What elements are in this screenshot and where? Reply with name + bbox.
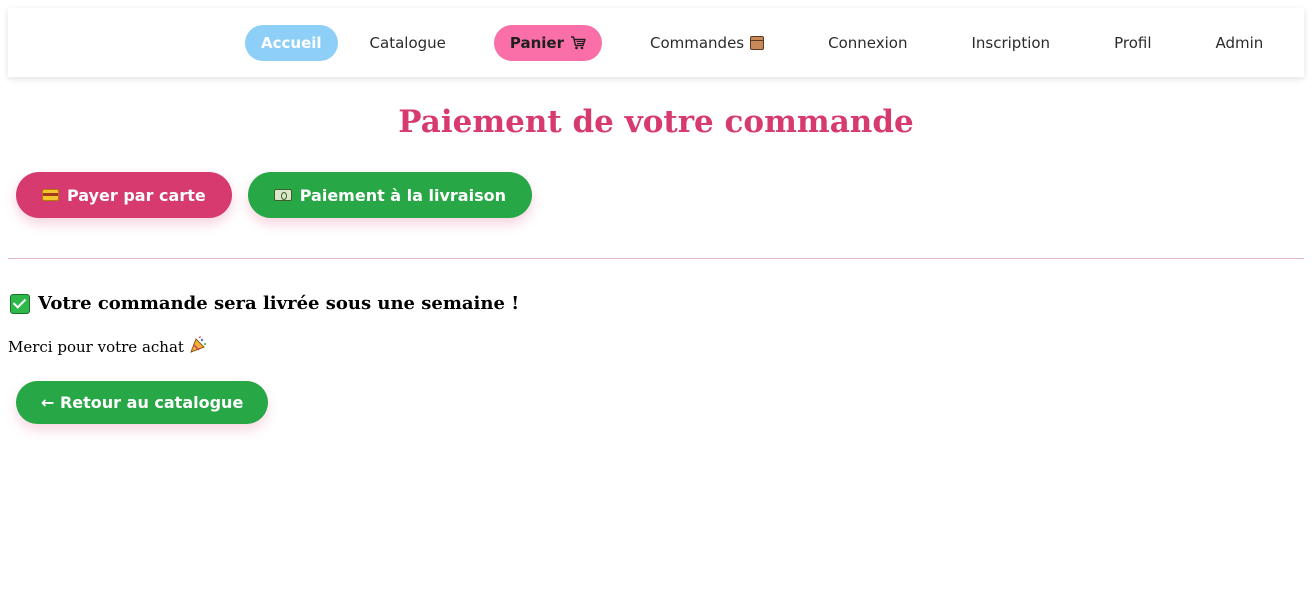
nav-item-label: Catalogue (369, 33, 446, 52)
back-to-catalogue-label: ← Retour au catalogue (41, 393, 244, 412)
nav-item-label: Admin (1215, 33, 1264, 52)
nav-item-label: Panier (509, 33, 564, 52)
nav-item-panier[interactable]: Panier (493, 24, 602, 61)
nav-list: Accueil Catalogue Panier Commandes Conne… (245, 8, 1279, 77)
nav-item-label: Profil (1114, 33, 1152, 52)
nav-item-catalogue[interactable]: Catalogue (354, 25, 462, 61)
nav-item-label: Accueil (261, 33, 322, 52)
pay-by-card-button[interactable]: Payer par carte (16, 172, 232, 218)
back-to-catalogue-button[interactable]: ← Retour au catalogue (16, 381, 269, 424)
nav-item-label: Inscription (971, 33, 1051, 52)
payment-options: Payer par carte Paiement à la livraison (8, 172, 1304, 218)
nav-item-profil[interactable]: Profil (1098, 25, 1167, 61)
nav-item-accueil[interactable]: Accueil (245, 24, 338, 61)
shopping-cart-icon (570, 35, 586, 50)
credit-card-icon (42, 189, 59, 201)
page-title: Paiement de votre commande (398, 104, 914, 140)
nav-item-label: Connexion (828, 33, 908, 52)
package-icon (750, 35, 765, 50)
divider (8, 258, 1304, 259)
nav-item-label: Commandes (649, 33, 745, 52)
back-row: ← Retour au catalogue (8, 381, 1304, 424)
confirmation-message: Votre commande sera livrée sous une sema… (8, 293, 1304, 314)
pay-by-card-label: Payer par carte (67, 185, 206, 205)
banknote-icon (273, 189, 292, 201)
nav-item-admin[interactable]: Admin (1200, 25, 1280, 61)
check-mark-icon (10, 293, 30, 314)
nav-item-inscription[interactable]: Inscription (955, 25, 1066, 61)
nav-item-commandes[interactable]: Commandes (634, 25, 780, 61)
top-navbar: Accueil Catalogue Panier Commandes Conne… (8, 8, 1304, 77)
thanks-message: Merci pour votre achat (8, 336, 1304, 358)
cash-on-delivery-label: Paiement à la livraison (299, 185, 506, 205)
nav-item-connexion[interactable]: Connexion (812, 25, 923, 61)
confirmation-text: Votre commande sera livrée sous une sema… (38, 293, 520, 314)
page: Accueil Catalogue Panier Commandes Conne… (0, 8, 1312, 608)
thanks-text: Merci pour votre achat (8, 338, 184, 356)
cash-on-delivery-button[interactable]: Paiement à la livraison (247, 172, 532, 218)
party-popper-icon (189, 336, 207, 358)
